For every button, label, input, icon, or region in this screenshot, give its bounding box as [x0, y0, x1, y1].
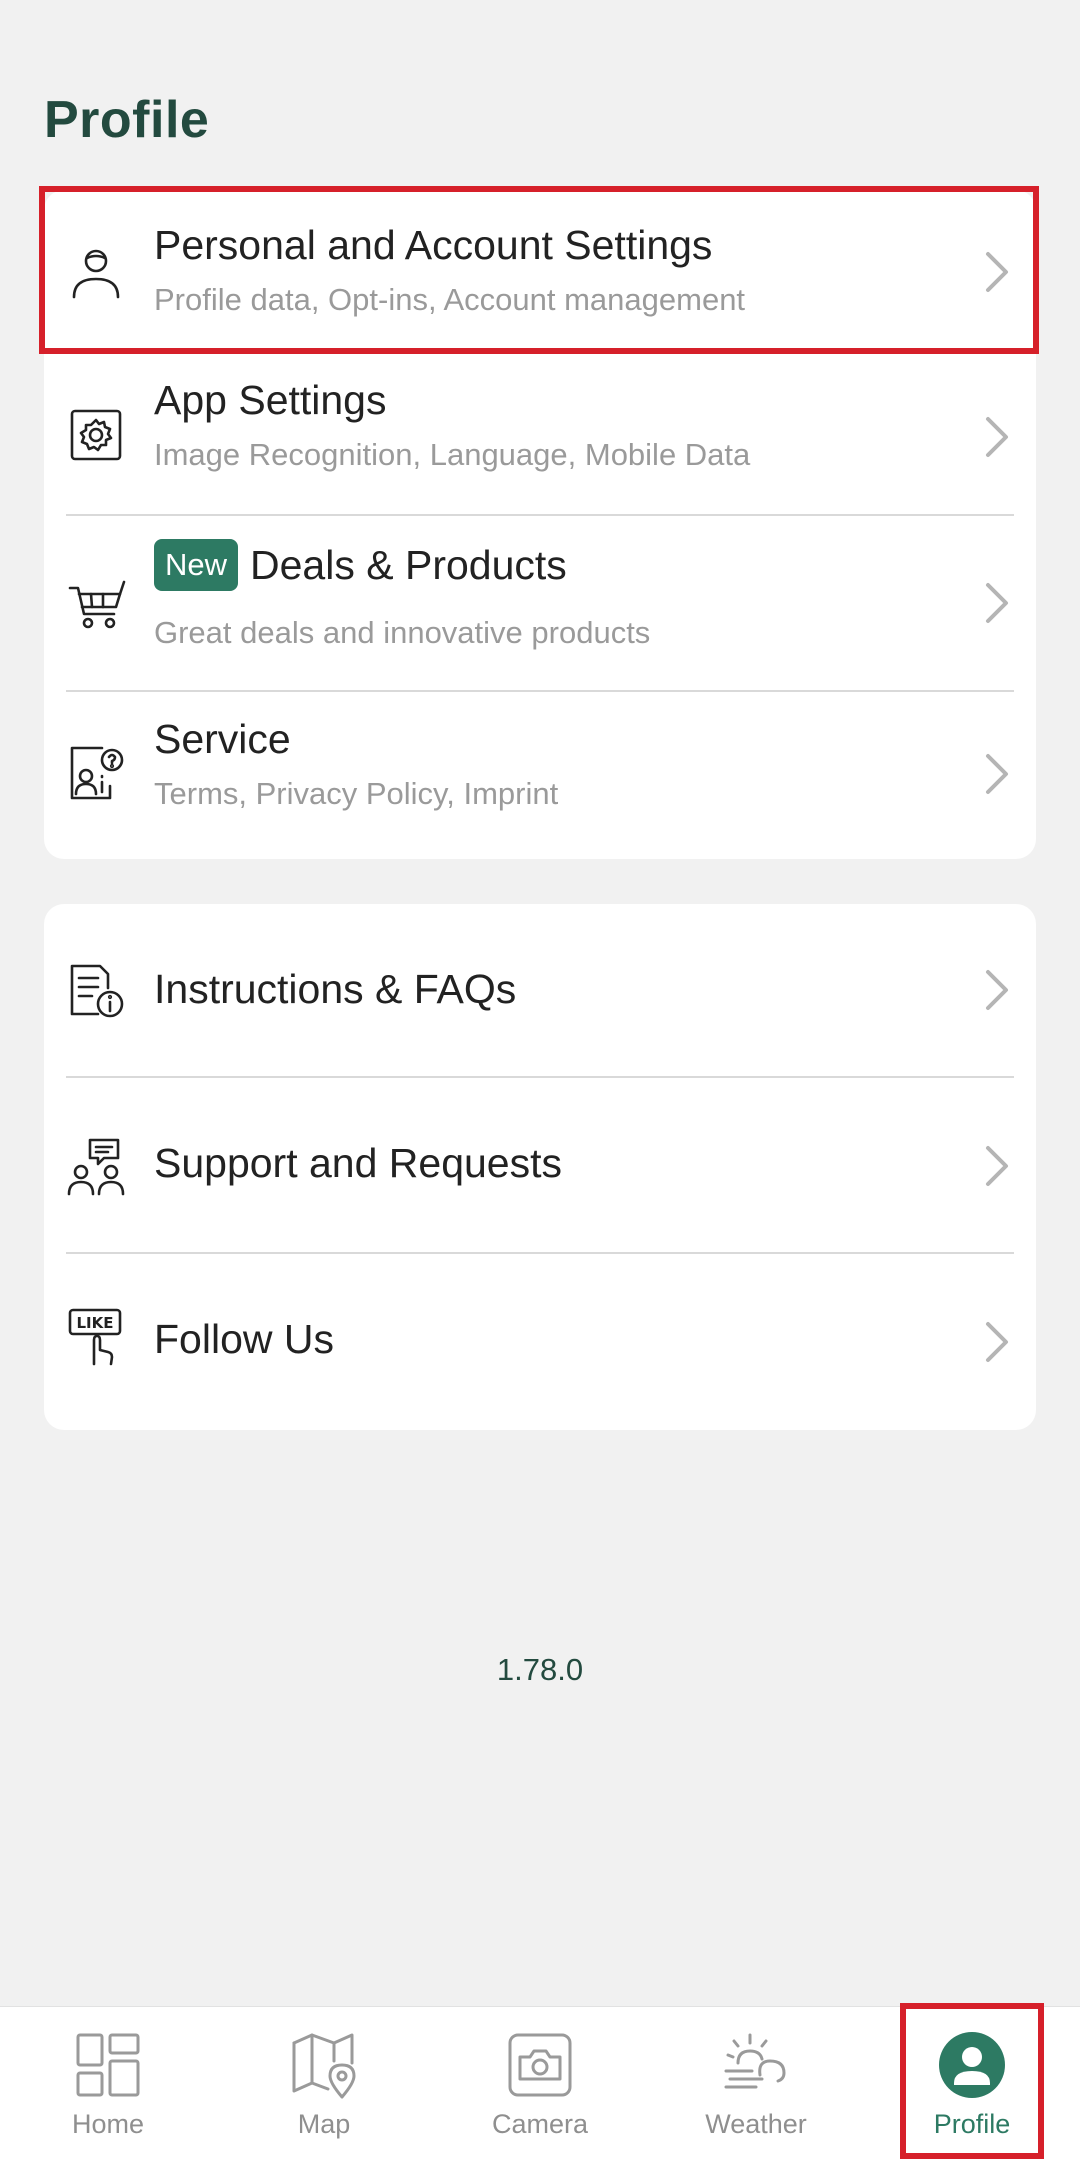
camera-icon — [506, 2031, 574, 2099]
like-hand-icon: LIKE — [66, 1306, 126, 1366]
document-info-icon — [66, 960, 126, 1020]
nav-map[interactable]: Map — [216, 2007, 432, 2160]
nav-label: Weather — [705, 2109, 807, 2139]
svg-text:LIKE: LIKE — [76, 1314, 113, 1332]
nav-label: Home — [71, 2109, 145, 2139]
personal-account-settings-item[interactable]: Personal and Account Settings Profile da… — [44, 190, 1036, 355]
chevron-right-icon — [982, 250, 1012, 294]
nav-profile[interactable]: Profile — [864, 2007, 1080, 2160]
item-title-text: Deals & Products — [250, 542, 567, 588]
item-title: Instructions & FAQs — [154, 966, 517, 1012]
item-title: New Deals & Products — [154, 539, 567, 594]
chevron-right-icon — [982, 1320, 1012, 1364]
new-badge: New — [154, 539, 239, 592]
chevron-right-icon — [982, 415, 1012, 459]
nav-label: Map — [297, 2109, 351, 2139]
home-grid-icon — [74, 2031, 142, 2099]
item-subtitle: Profile data, Opt-ins, Account managemen… — [154, 282, 746, 317]
weather-icon — [722, 2031, 790, 2099]
help-menu-card: Instructions & FAQs Support and Requests — [44, 904, 1036, 1430]
page-title: Profile — [44, 91, 210, 149]
item-subtitle: Great deals and innovative products — [154, 615, 651, 650]
item-title: Personal and Account Settings — [154, 222, 713, 268]
item-title: Service — [154, 716, 291, 762]
app-settings-item[interactable]: App Settings Image Recognition, Language… — [44, 355, 1036, 515]
item-title: Support and Requests — [154, 1140, 562, 1186]
service-item[interactable]: Service Terms, Privacy Policy, Imprint — [44, 692, 1036, 859]
profile-avatar-icon — [938, 2031, 1006, 2099]
support-people-icon — [66, 1136, 126, 1196]
item-title: Follow Us — [154, 1316, 334, 1362]
nav-label: Profile — [933, 2109, 1011, 2139]
item-subtitle: Image Recognition, Language, Mobile Data — [154, 437, 751, 472]
account-menu-card: Personal and Account Settings Profile da… — [44, 190, 1036, 859]
chevron-right-icon — [982, 1144, 1012, 1188]
item-subtitle: Terms, Privacy Policy, Imprint — [154, 776, 559, 811]
nav-camera[interactable]: Camera — [432, 2007, 648, 2160]
item-title: App Settings — [154, 377, 387, 423]
chevron-right-icon — [982, 752, 1012, 796]
chevron-right-icon — [982, 581, 1012, 625]
follow-us-item[interactable]: LIKE Follow Us — [44, 1254, 1036, 1430]
bottom-navigation: Home Map Camera Weather Profile — [0, 2006, 1080, 2160]
chevron-right-icon — [982, 968, 1012, 1012]
nav-label: Camera — [491, 2109, 589, 2139]
instructions-faqs-item[interactable]: Instructions & FAQs — [44, 904, 1036, 1076]
nav-home[interactable]: Home — [0, 2007, 216, 2160]
nav-weather[interactable]: Weather — [648, 2007, 864, 2160]
support-requests-item[interactable]: Support and Requests — [44, 1078, 1036, 1254]
settings-gear-icon — [66, 405, 126, 465]
shopping-cart-icon — [66, 574, 126, 634]
map-icon — [290, 2031, 358, 2099]
deals-products-item[interactable]: New Deals & Products Great deals and inno… — [44, 516, 1036, 690]
app-version: 1.78.0 — [496, 1652, 584, 1687]
person-icon — [66, 241, 126, 301]
service-support-icon — [66, 742, 126, 802]
